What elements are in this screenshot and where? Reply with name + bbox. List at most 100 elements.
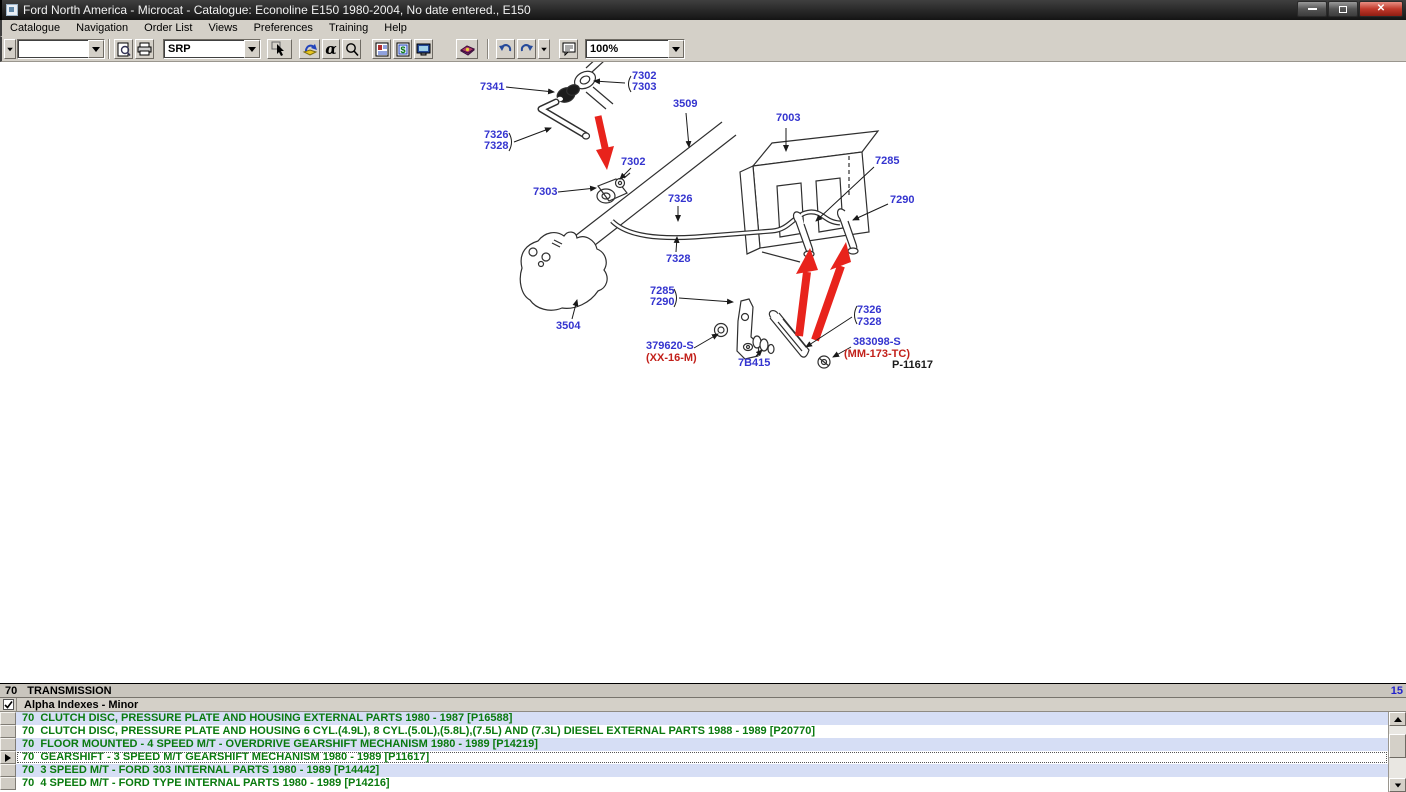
pointer-select-button[interactable] — [267, 39, 292, 59]
part-callout[interactable]: 7328 — [484, 141, 508, 152]
undo-button[interactable] — [496, 39, 515, 59]
part-callout[interactable]: 7303 — [533, 187, 557, 198]
part-callout[interactable]: 7290 — [650, 297, 674, 308]
dropdown-icon — [92, 47, 100, 52]
zoom-level-combobox[interactable]: 100% — [585, 39, 685, 59]
menu-preferences[interactable]: Preferences — [246, 21, 321, 35]
zoom-level-value[interactable]: 100% — [586, 40, 668, 58]
window-title: Ford North America - Microcat - Catalogu… — [23, 3, 531, 17]
row-gutter[interactable] — [0, 712, 16, 725]
quick-search-combobox[interactable] — [17, 39, 105, 59]
magnifier-icon — [345, 42, 359, 57]
parts-diagram-canvas[interactable]: 7341730273033509700373267328730273037326… — [0, 62, 1406, 683]
toolbar: SRP α $ — [0, 37, 1406, 62]
row-text[interactable]: 70 CLUTCH DISC, PRESSURE PLATE AND HOUSI… — [16, 725, 1406, 738]
quick-dropdown-button[interactable] — [4, 39, 16, 59]
part-callout[interactable]: 379620-S — [646, 341, 694, 352]
print-preview-button[interactable] — [114, 39, 133, 59]
price-type-combobox[interactable]: SRP — [163, 39, 261, 59]
part-callout[interactable]: 383098-S — [853, 337, 901, 348]
note-icon — [562, 42, 576, 56]
list-item-selected[interactable]: 70 GEARSHIFT - 3 SPEED M/T GEARSHIFT MEC… — [0, 751, 1406, 764]
part-callout[interactable]: 7328 — [666, 254, 690, 265]
section-title: TRANSMISSION — [27, 685, 111, 697]
redo-button[interactable] — [517, 39, 536, 59]
svg-text:$: $ — [400, 45, 405, 55]
scroll-track[interactable] — [1389, 726, 1406, 778]
dropdown-icon — [672, 47, 680, 52]
toolbar-separator — [487, 39, 489, 59]
row-text[interactable]: 70 4 SPEED M/T - FORD TYPE INTERNAL PART… — [16, 777, 1406, 790]
redo-dropdown-button[interactable] — [538, 39, 550, 59]
zoom-tool-button[interactable] — [342, 39, 361, 59]
print-icon — [137, 42, 152, 56]
menu-navigation[interactable]: Navigation — [68, 21, 136, 35]
row-gutter[interactable] — [0, 738, 16, 751]
locate-button[interactable] — [299, 39, 320, 59]
part-callout[interactable]: P-11617 — [892, 360, 933, 371]
order-book-button[interactable] — [456, 39, 478, 59]
print-button[interactable] — [135, 39, 154, 59]
list-item[interactable]: 70 FLOOR MOUNTED - 4 SPEED M/T - OVERDRI… — [0, 738, 1406, 751]
price-type-drop-button[interactable] — [244, 40, 260, 58]
part-callout[interactable]: 7285 — [875, 156, 899, 167]
application-window: Ford North America - Microcat - Catalogu… — [0, 0, 1406, 792]
part-callout[interactable]: 7341 — [480, 82, 504, 93]
part-callout[interactable]: 7303 — [632, 82, 656, 93]
price-list-button[interactable]: $ — [393, 39, 412, 59]
notes-button[interactable] — [559, 39, 578, 59]
row-text[interactable]: 70 FLOOR MOUNTED - 4 SPEED M/T - OVERDRI… — [16, 738, 1406, 751]
app-icon — [6, 4, 18, 16]
quick-search-value[interactable] — [18, 40, 88, 58]
parts-image-button[interactable] — [372, 39, 391, 59]
row-text[interactable]: 70 3 SPEED M/T - FORD 303 INTERNAL PARTS… — [16, 764, 1406, 777]
checkmark-icon — [4, 700, 13, 709]
part-callout[interactable]: 7290 — [890, 195, 914, 206]
menu-catalogue[interactable]: Catalogue — [2, 21, 68, 35]
list-item[interactable]: 70 3 SPEED M/T - FORD 303 INTERNAL PARTS… — [0, 764, 1406, 777]
screen-view-icon — [416, 42, 431, 57]
screen-view-button[interactable] — [414, 39, 433, 59]
close-button[interactable]: ✕ — [1359, 1, 1403, 17]
row-text[interactable]: 70 CLUTCH DISC, PRESSURE PLATE AND HOUSI… — [16, 712, 1406, 725]
menu-views[interactable]: Views — [200, 21, 245, 35]
part-callout[interactable]: 3509 — [673, 99, 697, 110]
menu-help[interactable]: Help — [376, 21, 415, 35]
minimize-button[interactable] — [1297, 1, 1327, 17]
redo-icon — [519, 42, 534, 56]
row-gutter[interactable] — [0, 725, 16, 738]
alpha-index-filter-row: Alpha Indexes - Minor — [0, 698, 1406, 712]
menu-order-list[interactable]: Order List — [136, 21, 200, 35]
alpha-index-button[interactable]: α — [322, 39, 340, 59]
quick-search-drop-button[interactable] — [88, 40, 104, 58]
row-text[interactable]: 70 GEARSHIFT - 3 SPEED M/T GEARSHIFT MEC… — [16, 751, 1388, 764]
alpha-filter-checkbox[interactable] — [3, 699, 14, 710]
row-gutter[interactable] — [0, 751, 16, 764]
dropdown-icon — [541, 47, 547, 51]
maximize-button[interactable] — [1328, 1, 1358, 17]
part-callout[interactable]: 7326 — [668, 194, 692, 205]
scroll-down-button[interactable] — [1389, 778, 1406, 792]
part-callout[interactable]: 7328 — [857, 317, 881, 328]
list-item[interactable]: 70 CLUTCH DISC, PRESSURE PLATE AND HOUSI… — [0, 725, 1406, 738]
list-item[interactable]: 70 4 SPEED M/T - FORD TYPE INTERNAL PART… — [0, 777, 1406, 790]
row-gutter[interactable] — [0, 764, 16, 777]
part-callout[interactable]: (XX-16-M) — [646, 353, 697, 364]
list-scrollbar[interactable] — [1388, 712, 1406, 792]
scroll-thumb[interactable] — [1389, 734, 1406, 758]
list-item[interactable]: 70 CLUTCH DISC, PRESSURE PLATE AND HOUSI… — [0, 712, 1406, 725]
part-callout[interactable]: 7003 — [776, 113, 800, 124]
index-list: 70 CLUTCH DISC, PRESSURE PLATE AND HOUSI… — [0, 712, 1406, 792]
part-callout[interactable]: 7326 — [857, 305, 881, 316]
price-type-value[interactable]: SRP — [164, 40, 244, 58]
scroll-up-button[interactable] — [1389, 712, 1406, 726]
row-gutter[interactable] — [0, 777, 16, 790]
part-callout[interactable]: 7302 — [621, 157, 645, 168]
part-callout[interactable]: 3504 — [556, 321, 580, 332]
arrow-up-icon — [1394, 717, 1402, 722]
alpha-filter-label: Alpha Indexes - Minor — [17, 699, 138, 711]
part-callout[interactable]: 7B415 — [738, 358, 770, 369]
zoom-level-drop-button[interactable] — [668, 40, 684, 58]
menu-training[interactable]: Training — [321, 21, 376, 35]
current-row-marker-icon — [5, 754, 11, 762]
